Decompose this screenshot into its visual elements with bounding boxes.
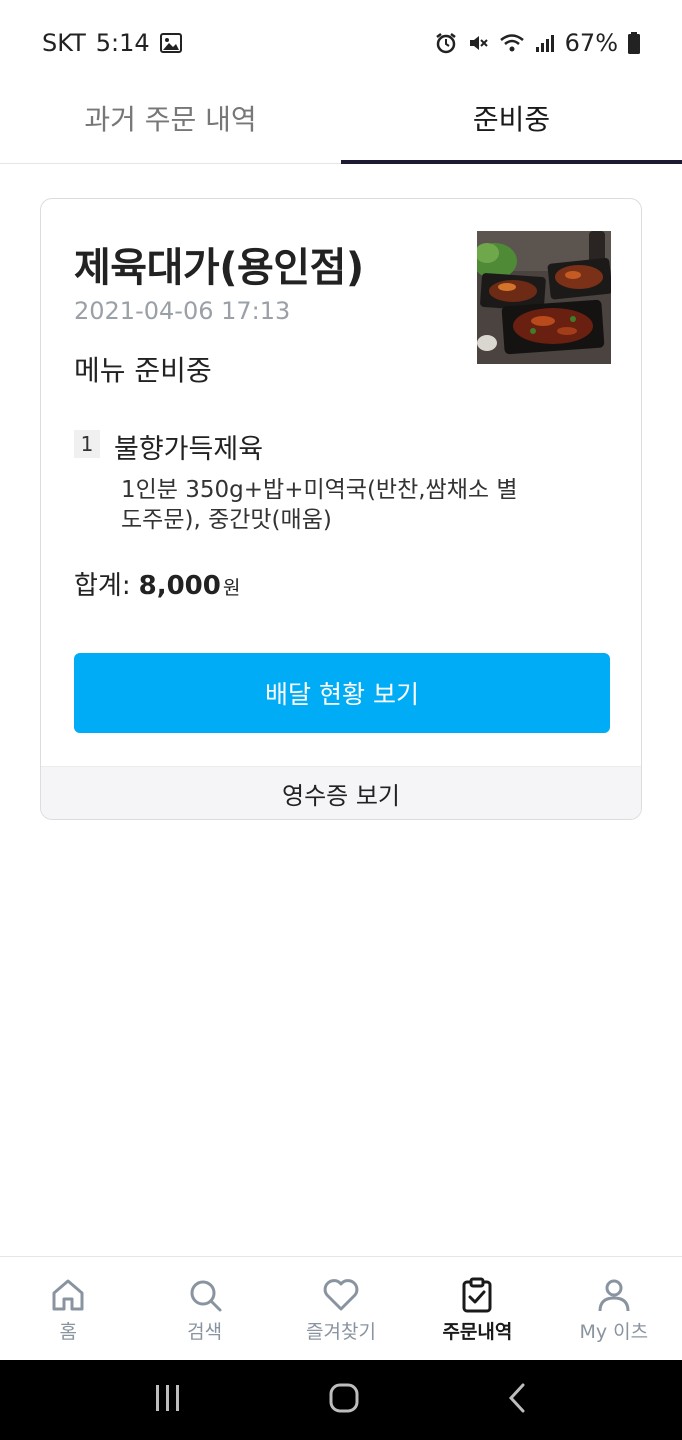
clock-label: 5:14 xyxy=(95,29,150,57)
nav-label-search: 검색 xyxy=(187,1321,223,1343)
clipboard-check-icon xyxy=(459,1277,495,1313)
total-label: 합계: xyxy=(74,571,131,601)
item-options: 1인분 350g+밥+미역국(반찬,쌈채소 별도주문), 중간맛(매움) xyxy=(121,477,518,533)
track-delivery-label: 배달 현황 보기 xyxy=(265,680,419,709)
image-notification-icon xyxy=(159,33,182,53)
tab-past-orders-label: 과거 주문 내역 xyxy=(84,102,257,136)
order-status: 메뉴 준비중 xyxy=(74,354,212,387)
nav-label-orders: 주문내역 xyxy=(442,1321,513,1343)
wifi-icon xyxy=(499,32,525,54)
heart-icon xyxy=(322,1277,360,1313)
back-icon[interactable] xyxy=(505,1382,529,1418)
store-food-image xyxy=(477,231,611,364)
nav-label-home: 홈 xyxy=(59,1321,77,1343)
order-card: 제육대가(용인점) 2021-04-06 17:13 메뉴 준비중 1 불향가득… xyxy=(40,198,642,820)
track-delivery-button[interactable]: 배달 현황 보기 xyxy=(74,653,610,733)
bottom-nav: 홈 검색 즐겨찾기 주문내역 My 이츠 xyxy=(0,1256,682,1360)
total-amount: 8,000 xyxy=(138,571,221,601)
view-receipt-label: 영수증 보기 xyxy=(281,781,401,810)
signal-icon xyxy=(535,33,555,53)
tab-preparing-label: 준비중 xyxy=(472,102,551,136)
nav-label-favorites: 즐겨찾기 xyxy=(306,1321,376,1343)
view-receipt-button[interactable]: 영수증 보기 xyxy=(41,766,641,819)
mute-icon xyxy=(467,32,489,54)
home-button-icon[interactable] xyxy=(328,1382,360,1418)
order-tabs: 과거 주문 내역 준비중 xyxy=(0,86,682,164)
nav-item-orders[interactable]: 주문내역 xyxy=(409,1257,545,1360)
home-icon xyxy=(50,1277,86,1313)
tab-preparing[interactable]: 준비중 xyxy=(341,86,682,164)
alarm-icon xyxy=(435,32,457,54)
nav-label-my-eats: My 이츠 xyxy=(579,1321,649,1343)
system-nav-bar xyxy=(0,1360,682,1440)
item-name: 불향가득제육 xyxy=(114,434,264,465)
tab-past-orders[interactable]: 과거 주문 내역 xyxy=(0,86,341,163)
person-icon xyxy=(596,1277,632,1313)
store-name[interactable]: 제육대가(용인점) xyxy=(74,235,364,293)
status-bar: SKT 5:14 67% xyxy=(0,0,682,86)
search-icon xyxy=(187,1277,223,1313)
item-quantity: 1 xyxy=(74,430,100,458)
currency-label: 원 xyxy=(222,577,241,599)
nav-item-favorites[interactable]: 즐겨찾기 xyxy=(273,1257,409,1360)
recent-apps-icon[interactable] xyxy=(153,1383,183,1417)
carrier-label: SKT xyxy=(42,29,86,57)
nav-item-home[interactable]: 홈 xyxy=(0,1257,136,1360)
battery-icon xyxy=(628,32,640,54)
nav-item-search[interactable]: 검색 xyxy=(136,1257,272,1360)
status-left: SKT 5:14 xyxy=(42,29,182,57)
order-datetime: 2021-04-06 17:13 xyxy=(74,297,291,325)
status-right: 67% xyxy=(435,29,640,57)
nav-item-my-eats[interactable]: My 이츠 xyxy=(546,1257,682,1360)
order-total: 합계: 8,000 원 xyxy=(74,565,240,602)
battery-label: 67% xyxy=(564,29,618,57)
